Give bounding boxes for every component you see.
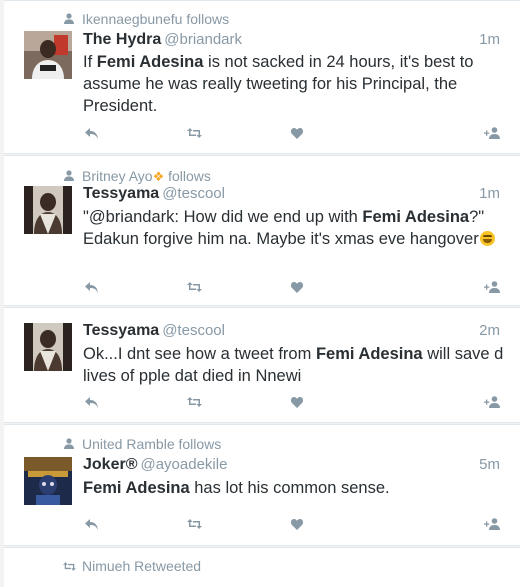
- tweet-card[interactable]: Nimueh Retweeted: [4, 547, 520, 587]
- text-part: If: [83, 53, 97, 71]
- avatar[interactable]: [24, 323, 72, 371]
- retweet-icon[interactable]: [186, 516, 202, 532]
- tweet-text: "@briandark: How did we end up with Femi…: [83, 206, 506, 250]
- heart-icon[interactable]: [289, 279, 305, 295]
- search-highlight: Femi Adesina: [83, 479, 190, 497]
- tweet-context: Britney Ayo❖ follows: [62, 168, 211, 185]
- text-part: "@briandark: How did we end up with: [83, 208, 363, 226]
- tweet-context: Nimueh Retweeted: [62, 558, 201, 574]
- context-label: follows: [186, 11, 230, 27]
- tweet-header: Tessyama @tescool 2m: [83, 322, 500, 342]
- timestamp[interactable]: 1m: [479, 185, 500, 202]
- context-user-link[interactable]: United Ramble: [82, 436, 175, 452]
- avatar[interactable]: [24, 457, 72, 505]
- person-icon: [62, 13, 76, 27]
- heart-icon[interactable]: [289, 394, 305, 410]
- user-handle[interactable]: @tescool: [162, 322, 225, 339]
- tweet-header: The Hydra @briandark 1m: [83, 31, 500, 51]
- tweet-actions: [83, 516, 500, 532]
- avatar[interactable]: [24, 186, 72, 234]
- search-highlight: Femi Adesina: [315, 345, 423, 363]
- user-handle[interactable]: @briandark: [164, 31, 242, 48]
- tweet-text: Femi Adesina has lot his common sense.: [83, 477, 506, 499]
- text-part: has lot his common sense.: [189, 479, 390, 497]
- reply-icon[interactable]: [83, 394, 99, 410]
- tweet-actions: [83, 279, 500, 295]
- context-user-link[interactable]: Ikennaegbunefu: [82, 11, 182, 27]
- heart-icon[interactable]: [289, 125, 305, 141]
- context-user-link[interactable]: Nimueh: [82, 558, 130, 574]
- tweet-header: Joker® @ayoadekile 5m: [83, 456, 500, 476]
- retweet-icon[interactable]: [186, 125, 202, 141]
- context-label: follows: [178, 436, 222, 452]
- follow-icon[interactable]: [484, 516, 500, 532]
- reply-icon[interactable]: [83, 516, 99, 532]
- person-icon: [62, 438, 76, 452]
- retweet-icon[interactable]: [186, 394, 202, 410]
- tweet-card[interactable]: Ikennaegbunefu follows The Hydra @brianda…: [4, 0, 520, 154]
- display-name[interactable]: Tessyama: [83, 322, 159, 339]
- person-icon: [62, 170, 76, 184]
- retweet-icon: [62, 562, 76, 574]
- follow-icon[interactable]: [484, 279, 500, 295]
- display-name[interactable]: Joker®: [83, 456, 137, 473]
- tweet-context: Ikennaegbunefu follows: [62, 11, 229, 27]
- context-label: follows: [168, 168, 211, 184]
- user-handle[interactable]: @tescool: [162, 185, 225, 202]
- tweet-actions: [83, 394, 500, 410]
- sparkle-emoji-icon: ❖: [152, 169, 165, 184]
- heart-icon[interactable]: [289, 516, 305, 532]
- follow-icon[interactable]: [484, 125, 500, 141]
- reply-icon[interactable]: [83, 279, 99, 295]
- timestamp[interactable]: 5m: [479, 456, 500, 473]
- timestamp[interactable]: 2m: [479, 322, 500, 339]
- reply-icon[interactable]: [83, 125, 99, 141]
- tweet-actions: [83, 125, 500, 141]
- tweet-timeline: Ikennaegbunefu follows The Hydra @brianda…: [0, 0, 520, 587]
- tweet-card[interactable]: Britney Ayo❖ follows Tessyama @tescool 1m…: [4, 155, 520, 306]
- tweet-text: Ok...I dnt see how a tweet from Femi Ade…: [83, 343, 506, 387]
- search-highlight: Femi Adesina: [96, 53, 204, 71]
- display-name[interactable]: Tessyama: [83, 185, 159, 202]
- tweet-context: United Ramble follows: [62, 436, 221, 452]
- tweet-card[interactable]: Tessyama @tescool 2m Ok...I dnt see how a…: [4, 307, 520, 423]
- context-label: Retweeted: [134, 558, 202, 574]
- tweet-text: If Femi Adesina is not sacked in 24 hour…: [83, 51, 506, 117]
- display-name[interactable]: The Hydra: [83, 31, 161, 48]
- search-highlight: Femi Adesina: [362, 208, 470, 226]
- user-handle[interactable]: @ayoadekile: [140, 456, 227, 473]
- retweet-icon[interactable]: [186, 279, 202, 295]
- avatar[interactable]: [24, 31, 72, 79]
- follow-icon[interactable]: [484, 394, 500, 410]
- laughing-face-emoji-icon: [479, 231, 495, 246]
- timestamp[interactable]: 1m: [479, 31, 500, 48]
- context-user-link[interactable]: Britney Ayo: [82, 168, 153, 184]
- text-part: Ok...I dnt see how a tweet from: [83, 345, 316, 363]
- tweet-header: Tessyama @tescool 1m: [83, 185, 500, 205]
- tweet-card[interactable]: United Ramble follows Joker® @ayoadekile …: [4, 424, 520, 546]
